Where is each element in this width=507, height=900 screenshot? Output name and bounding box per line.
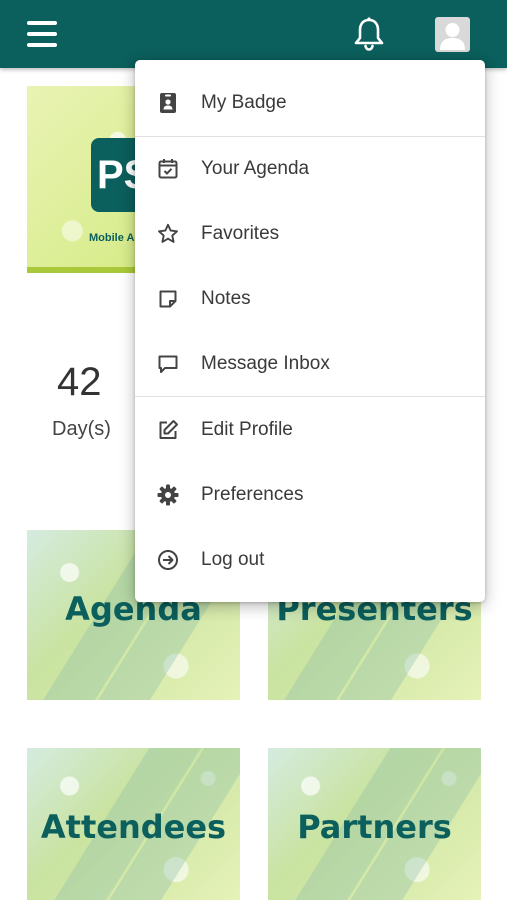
countdown-value: 42 [57,360,102,404]
menu-item-label: Notes [201,288,251,309]
menu-item-my-badge[interactable]: My Badge [135,72,485,137]
menu-item-label: Log out [201,549,265,570]
gear-icon [156,483,180,507]
bell-icon[interactable] [352,16,386,52]
banner-caption: Mobile A [89,232,135,244]
countdown-unit: Day(s) [52,418,111,440]
edit-icon [156,418,180,442]
menu-item-label: Preferences [201,484,304,505]
menu-item-edit-profile[interactable]: Edit Profile [135,399,485,464]
top-app-bar [0,0,507,68]
tile-attendees[interactable]: Attendees [27,748,240,900]
note-icon [156,287,180,311]
menu-divider [135,396,485,397]
tile-partners[interactable]: Partners [268,748,481,900]
user-avatar-icon[interactable] [435,17,470,52]
star-icon [156,222,180,246]
calendar-check-icon [156,157,180,181]
menu-item-label: Edit Profile [201,419,293,440]
hamburger-menu-icon[interactable] [27,21,57,47]
menu-item-message-inbox[interactable]: Message Inbox [135,333,485,398]
profile-dropdown-menu: My Badge Your Agenda Favorites Notes Mes… [135,60,485,602]
menu-item-label: Your Agenda [201,158,310,179]
menu-item-label: Message Inbox [201,353,330,374]
menu-item-label: Favorites [201,223,280,244]
menu-item-preferences[interactable]: Preferences [135,464,485,529]
menu-item-notes[interactable]: Notes [135,268,485,333]
menu-item-label: My Badge [201,92,287,113]
badge-icon [156,91,180,115]
menu-item-log-out[interactable]: Log out [135,529,485,594]
tile-label: Attendees [40,808,227,846]
menu-divider [135,136,485,137]
tile-label: Partners [297,808,452,846]
menu-item-your-agenda[interactable]: Your Agenda [135,138,485,203]
menu-item-favorites[interactable]: Favorites [135,203,485,268]
chat-bubble-icon [156,352,180,376]
logout-arrow-icon [156,548,180,572]
